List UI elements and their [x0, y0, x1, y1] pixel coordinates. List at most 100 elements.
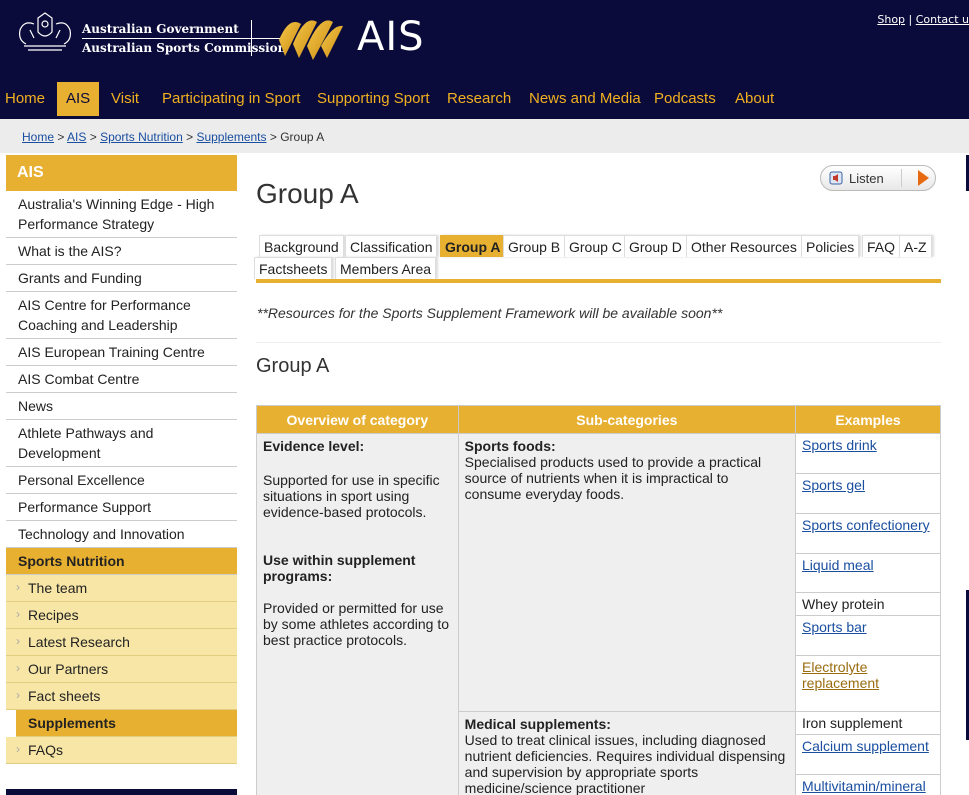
overview-cell: Evidence level: Supported for use in spe…	[256, 433, 459, 795]
listen-divider	[901, 169, 902, 187]
sidebar-item-technology[interactable]: Technology and Innovation	[6, 521, 237, 548]
nav-news[interactable]: News and Media	[529, 82, 641, 116]
example-cell: Sports bar	[795, 615, 941, 656]
example-link-electrolyte[interactable]: Electrolyte replacement	[802, 659, 879, 691]
example-cell: Whey protein	[795, 592, 941, 616]
listen-button[interactable]: Listen	[820, 165, 936, 191]
tab-members-area[interactable]: Members Area	[335, 257, 437, 279]
column-header-overview: Overview of category	[256, 405, 459, 434]
sidebar-heading[interactable]: AIS	[6, 155, 237, 191]
sidebar-item-grants[interactable]: Grants and Funding	[6, 265, 237, 292]
tab-background[interactable]: Background	[259, 235, 344, 257]
example-link-liquid-meal[interactable]: Liquid meal	[802, 557, 874, 573]
sidebar-subitem-fact-sheets[interactable]: Fact sheets	[6, 683, 237, 710]
nav-participating[interactable]: Participating in Sport	[162, 82, 300, 116]
shop-link[interactable]: Shop	[877, 13, 905, 26]
sidebar-item-european-centre[interactable]: AIS European Training Centre	[6, 339, 237, 366]
tab-policies[interactable]: Policies	[801, 235, 860, 257]
tab-faq[interactable]: FAQ	[862, 235, 901, 257]
sidebar-item-athlete-pathways[interactable]: Athlete Pathways and Development	[6, 420, 237, 467]
tabs-underline	[256, 279, 941, 283]
play-icon	[918, 170, 929, 186]
example-cell: Iron supplement	[795, 711, 941, 735]
sidebar-item-performance-support[interactable]: Performance Support	[6, 494, 237, 521]
government-name: Australian Government	[82, 22, 239, 36]
sidebar-subitem-faqs[interactable]: FAQs	[6, 737, 237, 764]
tab-other-resources[interactable]: Other Resources	[686, 235, 802, 257]
sidebar-item-combat-centre[interactable]: AIS Combat Centre	[6, 366, 237, 393]
example-cell: Sports gel	[795, 473, 941, 514]
government-wordmark[interactable]: Australian Government Australian Sports …	[82, 21, 287, 57]
tab-classification[interactable]: Classification	[345, 235, 438, 257]
sidebar-subitem-team[interactable]: The team	[6, 575, 237, 602]
sidebar-item-winning-edge[interactable]: Australia's Winning Edge - High Performa…	[6, 191, 237, 238]
example-link-sports-confectionery[interactable]: Sports confectionery	[802, 517, 930, 533]
sidebar-item-sports-nutrition[interactable]: Sports Nutrition	[6, 548, 237, 575]
tab-group-d[interactable]: Group D	[624, 235, 687, 257]
sidebar: AIS Australia's Winning Edge - High Perf…	[6, 155, 237, 764]
crumb-nutrition[interactable]: Sports Nutrition	[100, 130, 183, 144]
use-within-title: Use within supplement programs:	[263, 552, 416, 584]
medical-supplements-cell: Medical supplements: Used to treat clini…	[457, 711, 797, 795]
tab-a-z[interactable]: A-Z	[899, 235, 932, 257]
nav-visit[interactable]: Visit	[111, 82, 139, 116]
listen-label: Listen	[849, 171, 884, 186]
example-cell: Multivitamin/mineral	[795, 774, 941, 795]
nav-ais[interactable]: AIS	[57, 82, 100, 116]
coat-of-arms-icon	[19, 12, 71, 51]
crumb-ais[interactable]: AIS	[67, 130, 86, 144]
example-link-sports-drink[interactable]: Sports drink	[802, 437, 877, 453]
nav-supporting[interactable]: Supporting Sport	[317, 82, 430, 116]
example-cell: Sports confectionery	[795, 513, 941, 554]
tab-factsheets[interactable]: Factsheets	[254, 257, 333, 279]
main-content: Listen Group A Background Classification…	[246, 153, 958, 795]
ais-ribbon-logo-icon[interactable]	[275, 10, 347, 64]
contact-link[interactable]: Contact u	[916, 13, 969, 26]
sidebar-item-personal-excellence[interactable]: Personal Excellence	[6, 467, 237, 494]
medical-supplements-title: Medical supplements:	[464, 716, 611, 732]
sidebar-banner-edge	[6, 789, 237, 795]
example-text-whey-protein: Whey protein	[802, 596, 885, 612]
crumb-sep: >	[182, 130, 197, 144]
sidebar-item-news[interactable]: News	[6, 393, 237, 420]
main-navigation: Home AIS Visit Participating in Sport Su…	[0, 82, 969, 119]
example-cell: Electrolyte replacement	[795, 655, 941, 712]
nav-podcasts[interactable]: Podcasts	[654, 82, 716, 116]
sidebar-subitem-partners[interactable]: Our Partners	[6, 656, 237, 683]
crumb-sep: >	[54, 130, 68, 144]
sidebar-item-coaching-centre[interactable]: AIS Centre for Performance Coaching and …	[6, 292, 237, 339]
example-text-iron: Iron supplement	[802, 715, 903, 731]
example-cell: Liquid meal	[795, 553, 941, 593]
example-link-sports-bar[interactable]: Sports bar	[802, 619, 867, 635]
page-title: Group A	[256, 178, 359, 209]
sidebar-item-what-is-ais[interactable]: What is the AIS?	[6, 238, 237, 265]
tab-group-b[interactable]: Group B	[503, 235, 566, 257]
example-link-calcium[interactable]: Calcium supplement	[802, 738, 929, 754]
ais-wordmark[interactable]: AIS	[357, 14, 425, 60]
example-cell: Calcium supplement	[795, 734, 941, 775]
crumb-supplements[interactable]: Supplements	[196, 130, 266, 144]
example-link-sports-gel[interactable]: Sports gel	[802, 477, 865, 493]
tab-group-a[interactable]: Group A	[440, 235, 506, 257]
sidebar-subitem-latest-research[interactable]: Latest Research	[6, 629, 237, 656]
sidebar-subitem-supplements[interactable]: Supplements	[16, 710, 237, 737]
nav-home[interactable]: Home	[5, 82, 45, 116]
sports-foods-text: Specialised products used to provide a p…	[464, 454, 762, 502]
breadcrumb: Home > AIS > Sports Nutrition > Suppleme…	[22, 130, 324, 144]
column-header-examples: Examples	[795, 405, 941, 434]
sidebar-subitem-recipes[interactable]: Recipes	[6, 602, 237, 629]
crumb-sep: >	[266, 130, 281, 144]
crumb-sep: >	[86, 130, 101, 144]
evidence-level-text: Supported for use in specific situations…	[263, 472, 440, 520]
utility-links: Shop | Contact u	[877, 13, 969, 26]
example-cell: Sports drink	[795, 433, 941, 474]
nav-research[interactable]: Research	[447, 82, 511, 116]
crumb-home[interactable]: Home	[22, 130, 54, 144]
medical-supplements-text: Used to treat clinical issues, including…	[464, 732, 786, 795]
nav-about[interactable]: About	[735, 82, 774, 116]
example-link-multivitamin[interactable]: Multivitamin/mineral	[802, 778, 926, 794]
commission-name: Australian Sports Commission	[82, 38, 287, 57]
util-separator: |	[905, 13, 916, 26]
header-divider	[251, 20, 252, 56]
tab-group-c[interactable]: Group C	[564, 235, 627, 257]
